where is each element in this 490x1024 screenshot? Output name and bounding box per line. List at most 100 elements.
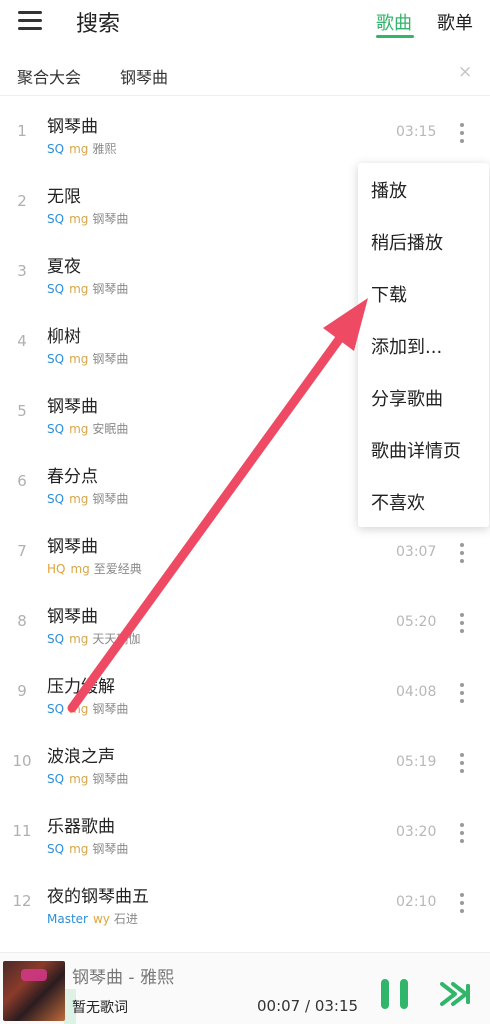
song-row[interactable]: 12 夜的钢琴曲五 Master wy 石进 02:10 — [0, 868, 490, 938]
song-number: 2 — [17, 192, 27, 210]
tab-playlists[interactable]: 歌单 — [437, 9, 473, 35]
mini-player[interactable]: 钢琴曲 - 雅熙 暂无歌词 00:07 / 03:15 — [0, 952, 490, 1024]
search-filter-bar: 聚合大会 钢琴曲 × — [0, 56, 490, 96]
song-duration: 02:10 — [396, 894, 437, 910]
song-artist[interactable]: 安眠曲 — [92, 422, 128, 436]
song-meta: SQ mg 钢琴曲 — [47, 280, 128, 297]
song-duration: 05:19 — [396, 754, 437, 770]
song-number: 1 — [17, 122, 27, 140]
search-query[interactable]: 钢琴曲 — [120, 64, 168, 88]
song-meta: SQ mg 天天瑜伽 — [47, 630, 140, 647]
source-badge: mg — [69, 632, 89, 646]
quality-badge: Master — [47, 912, 88, 926]
song-row[interactable]: 10 波浪之声 SQ mg 钢琴曲 05:19 — [0, 728, 490, 798]
song-title: 钢琴曲 — [47, 117, 98, 137]
quality-badge: SQ — [47, 142, 65, 156]
song-row[interactable]: 9 压力缓解 SQ mg 钢琴曲 04:08 — [0, 658, 490, 728]
song-artist[interactable]: 钢琴曲 — [92, 212, 128, 226]
song-meta: SQ mg 钢琴曲 — [47, 770, 128, 787]
pause-icon[interactable] — [380, 979, 410, 1009]
tab-songs[interactable]: 歌曲 — [376, 9, 412, 35]
song-row[interactable]: 1 钢琴曲 SQ mg 雅熙 03:15 — [0, 98, 490, 168]
tab-active-indicator — [376, 35, 414, 38]
quality-badge: SQ — [47, 632, 65, 646]
song-number: 4 — [17, 332, 27, 350]
song-title: 夏夜 — [47, 257, 81, 277]
song-meta: HQ mg 至爱经典 — [47, 560, 142, 577]
song-meta: Master wy 石进 — [47, 910, 138, 927]
song-meta: SQ mg 钢琴曲 — [47, 490, 128, 507]
more-vertical-icon[interactable] — [452, 750, 472, 776]
quality-badge: SQ — [47, 772, 65, 786]
more-vertical-icon[interactable] — [452, 680, 472, 706]
menu-item-play[interactable]: 播放 — [371, 177, 407, 203]
song-number: 10 — [12, 752, 32, 770]
quality-badge: HQ — [47, 562, 66, 576]
menu-item-share-song[interactable]: 分享歌曲 — [371, 385, 443, 411]
menu-item-download[interactable]: 下载 — [371, 281, 407, 307]
song-duration: 04:08 — [396, 684, 437, 700]
song-number: 9 — [17, 682, 27, 700]
song-title: 压力缓解 — [47, 677, 115, 697]
quality-badge: SQ — [47, 352, 65, 366]
menu-item-add-to[interactable]: 添加到... — [371, 333, 442, 359]
song-artist[interactable]: 钢琴曲 — [92, 772, 128, 786]
quality-badge: SQ — [47, 212, 65, 226]
song-number: 6 — [17, 472, 27, 490]
menu-item-play-later[interactable]: 稍后播放 — [371, 229, 443, 255]
song-artist[interactable]: 钢琴曲 — [92, 282, 128, 296]
song-artist[interactable]: 天天瑜伽 — [92, 632, 140, 646]
song-duration: 05:20 — [396, 614, 437, 630]
page-title: 搜索 — [76, 12, 121, 37]
skip-next-icon[interactable] — [439, 980, 473, 1008]
playback-time: 00:07 / 03:15 — [257, 997, 359, 1015]
song-artist[interactable]: 钢琴曲 — [92, 702, 128, 716]
song-meta: SQ mg 安眠曲 — [47, 420, 128, 437]
clear-icon[interactable]: × — [458, 62, 472, 82]
more-vertical-icon[interactable] — [452, 120, 472, 146]
song-row[interactable]: 8 钢琴曲 SQ mg 天天瑜伽 05:20 — [0, 588, 490, 658]
song-number: 8 — [17, 612, 27, 630]
song-artist[interactable]: 钢琴曲 — [92, 842, 128, 856]
more-vertical-icon[interactable] — [452, 610, 472, 636]
song-meta: SQ mg 钢琴曲 — [47, 700, 128, 717]
song-artist[interactable]: 钢琴曲 — [92, 492, 128, 506]
now-playing-title: 钢琴曲 - 雅熙 — [72, 968, 174, 988]
song-artist[interactable]: 雅熙 — [92, 142, 116, 156]
lyrics-text: 暂无歌词 — [72, 1000, 128, 1016]
song-meta: SQ mg 钢琴曲 — [47, 210, 128, 227]
more-vertical-icon[interactable] — [452, 540, 472, 566]
source-badge: mg — [69, 702, 89, 716]
song-title: 乐器歌曲 — [47, 817, 115, 837]
song-duration: 03:15 — [396, 124, 437, 140]
song-artist[interactable]: 至爱经典 — [94, 562, 142, 576]
song-row[interactable]: 11 乐器歌曲 SQ mg 钢琴曲 03:20 — [0, 798, 490, 868]
album-cover[interactable] — [3, 961, 65, 1021]
source-badge: mg — [69, 282, 89, 296]
source-badge: mg — [69, 492, 89, 506]
quality-badge: SQ — [47, 492, 65, 506]
song-duration: 03:07 — [396, 544, 437, 560]
context-menu: 播放 稍后播放 下载 添加到... 分享歌曲 歌曲详情页 不喜欢 — [358, 163, 489, 527]
song-duration: 03:20 — [396, 824, 437, 840]
song-artist[interactable]: 钢琴曲 — [92, 352, 128, 366]
source-aggregate-selector[interactable]: 聚合大会 — [17, 64, 81, 88]
song-title: 柳树 — [47, 327, 81, 347]
song-title: 钢琴曲 — [47, 397, 98, 417]
hamburger-menu-icon[interactable] — [18, 10, 44, 32]
song-number: 5 — [17, 402, 27, 420]
song-artist[interactable]: 石进 — [114, 912, 138, 926]
top-bar: 搜索 歌曲 歌单 — [0, 0, 490, 44]
quality-badge: SQ — [47, 422, 65, 436]
song-number: 11 — [12, 822, 32, 840]
song-meta: SQ mg 雅熙 — [47, 140, 116, 157]
song-title: 钢琴曲 — [47, 607, 98, 627]
quality-badge: SQ — [47, 702, 65, 716]
menu-item-dislike[interactable]: 不喜欢 — [371, 489, 425, 515]
more-vertical-icon[interactable] — [452, 820, 472, 846]
song-number: 3 — [17, 262, 27, 280]
source-badge: mg — [69, 842, 89, 856]
menu-item-song-details[interactable]: 歌曲详情页 — [371, 437, 461, 463]
more-vertical-icon[interactable] — [452, 890, 472, 916]
song-row[interactable]: 7 钢琴曲 HQ mg 至爱经典 03:07 — [0, 518, 490, 588]
